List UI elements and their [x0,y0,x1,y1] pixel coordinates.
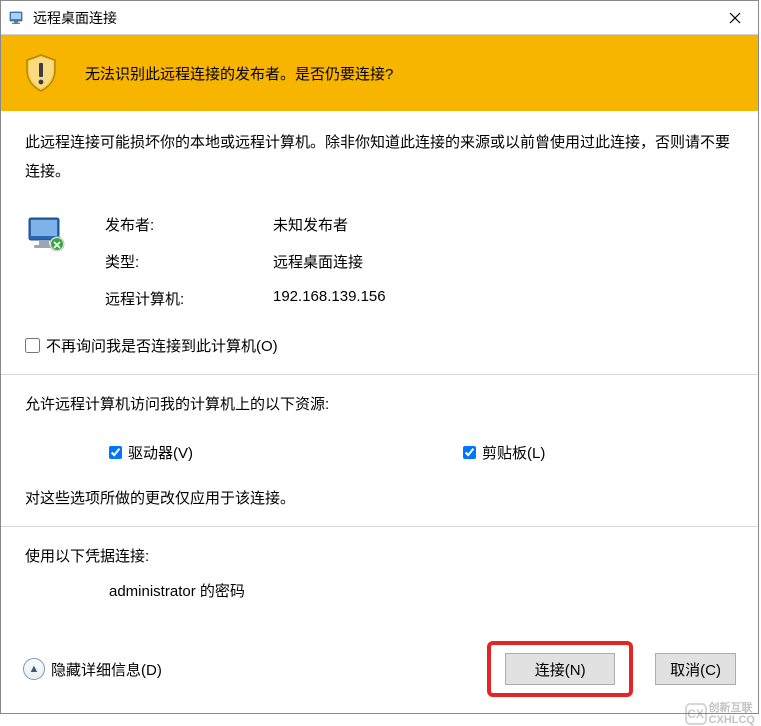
remote-value: 192.168.139.156 [273,288,386,309]
cancel-button[interactable]: 取消(C) [655,653,736,685]
watermark-line2: CXHLCQ [709,714,755,726]
info-row-type: 类型: 远程桌面连接 [105,251,386,272]
publisher-label: 发布者: [105,214,273,235]
publisher-value: 未知发布者 [273,214,348,235]
credentials-section: 使用以下凭据连接: administrator 的密码 [1,527,758,619]
resources-section: 允许远程计算机访问我的计算机上的以下资源: 驱动器(V) 剪贴板(L) 对这些选… [1,375,758,527]
dialog-window: 远程桌面连接 无法识别此远程连接的发布者。是否仍要连接? 此远程连接可能损坏你的… [0,0,759,714]
connect-highlight: 连接(N) [487,641,633,697]
resources-intro: 允许远程计算机访问我的计算机上的以下资源: [25,393,734,414]
app-icon [9,10,25,26]
resources-checks: 驱动器(V) 剪贴板(L) [109,442,734,463]
titlebar: 远程桌面连接 [1,1,758,35]
warning-banner: 无法识别此远程连接的发布者。是否仍要连接? [1,35,758,111]
close-button[interactable] [712,1,758,35]
banner-text: 无法识别此远程连接的发布者。是否仍要连接? [85,63,393,84]
chevron-up-icon: ▲ [23,658,45,680]
close-icon [729,12,741,24]
dont-ask-row: 不再询问我是否连接到此计算机(O) [25,335,734,356]
remote-label: 远程计算机: [105,288,273,309]
hide-details-label: 隐藏详细信息(D) [51,659,162,680]
shield-warning-icon [21,53,61,93]
dont-ask-label[interactable]: 不再询问我是否连接到此计算机(O) [46,335,278,356]
details-section: 此远程连接可能损坏你的本地或远程计算机。除非你知道此连接的来源或以前曾使用过此连… [1,111,758,375]
type-label: 类型: [105,251,273,272]
monitor-icon [25,214,65,254]
window-title: 远程桌面连接 [33,8,712,28]
clipboard-checkbox[interactable] [463,446,476,459]
credentials-value: administrator 的密码 [109,580,734,601]
info-row-remote: 远程计算机: 192.168.139.156 [105,288,386,309]
connection-info: 发布者: 未知发布者 类型: 远程桌面连接 远程计算机: 192.168.139… [25,214,734,309]
drives-check-item: 驱动器(V) [109,442,193,463]
drives-label[interactable]: 驱动器(V) [128,442,193,463]
credentials-intro: 使用以下凭据连接: [25,545,734,566]
clipboard-label[interactable]: 剪贴板(L) [482,442,545,463]
footer-buttons: 连接(N) 取消(C) [487,641,736,697]
drives-checkbox[interactable] [109,446,122,459]
warning-description: 此远程连接可能损坏你的本地或远程计算机。除非你知道此连接的来源或以前曾使用过此连… [25,129,734,186]
resources-note: 对这些选项所做的更改仅应用于该连接。 [25,487,734,508]
clipboard-check-item: 剪贴板(L) [463,442,545,463]
hide-details-toggle[interactable]: ▲ 隐藏详细信息(D) [23,658,162,680]
type-value: 远程桌面连接 [273,251,363,272]
info-grid: 发布者: 未知发布者 类型: 远程桌面连接 远程计算机: 192.168.139… [105,214,386,309]
footer: ▲ 隐藏详细信息(D) 连接(N) 取消(C) [1,623,758,713]
dont-ask-checkbox[interactable] [25,338,40,353]
connect-button[interactable]: 连接(N) [505,653,615,685]
info-row-publisher: 发布者: 未知发布者 [105,214,386,235]
